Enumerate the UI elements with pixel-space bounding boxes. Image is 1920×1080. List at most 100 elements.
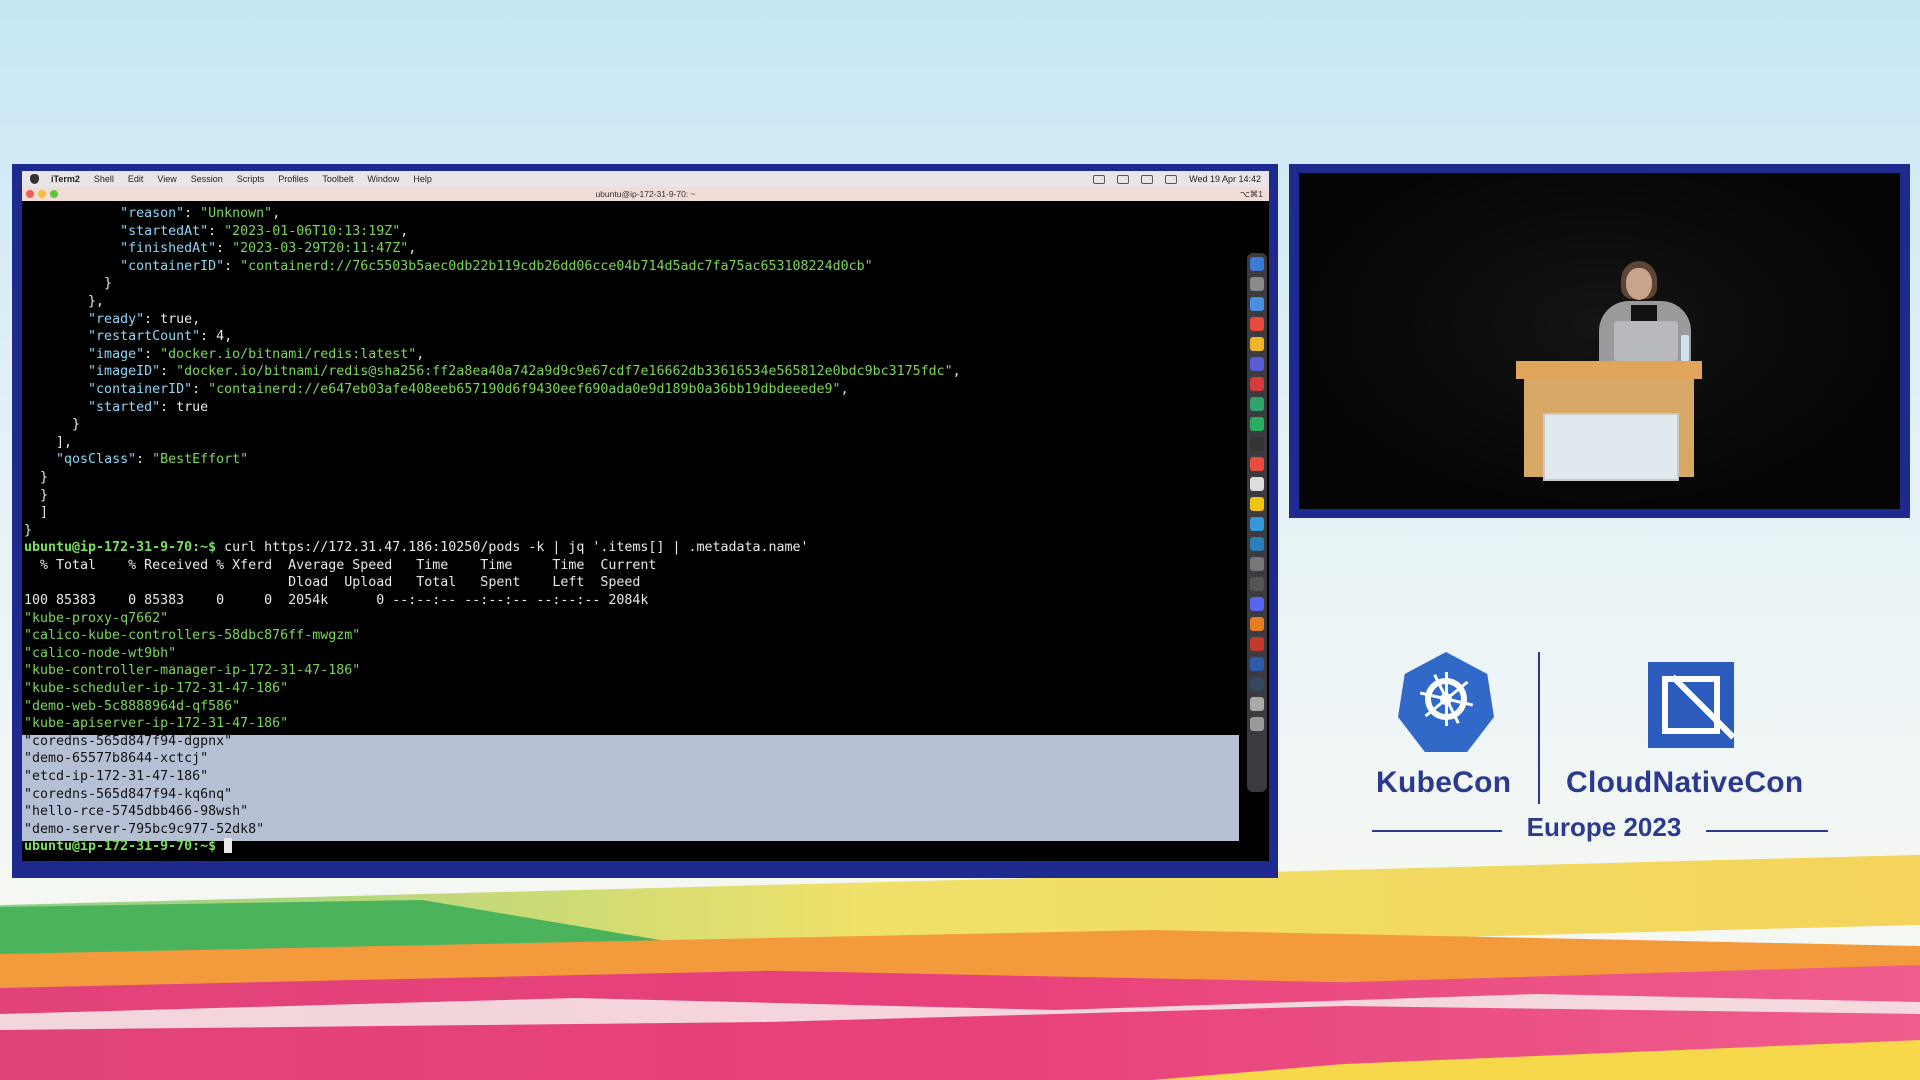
json-separator: : true, xyxy=(144,311,201,327)
menu-toolbelt[interactable]: Toolbelt xyxy=(322,174,353,184)
pod-name-line: "calico-kube-controllers-58dbc876ff-mwgz… xyxy=(24,628,361,644)
selected-pod-name-line: "etcd-ip-172-31-47-186" xyxy=(24,769,209,784)
indent: } xyxy=(24,487,49,503)
dock-app-icon[interactable] xyxy=(1250,477,1264,491)
dock-app-icon[interactable] xyxy=(1250,517,1264,531)
dock-app-icon[interactable] xyxy=(1250,457,1264,471)
json-key: "qosClass" xyxy=(56,452,137,468)
json-output-line: } xyxy=(24,487,1229,505)
cloudnativecon-wordmark: CloudNativeCon xyxy=(1566,766,1804,799)
command-line: ubuntu@ip-172-31-9-70:~$ curl https://17… xyxy=(24,539,1229,557)
event-rule-right xyxy=(1706,830,1828,832)
json-value: "Unknown" xyxy=(200,206,273,221)
dock xyxy=(1247,253,1267,792)
wifi-icon[interactable] xyxy=(1117,174,1130,184)
json-separator: : xyxy=(144,346,161,362)
dock-app-icon[interactable] xyxy=(1250,717,1264,731)
dock-app-icon[interactable] xyxy=(1250,437,1264,451)
json-value: "2023-01-06T10:13:19Z" xyxy=(224,223,401,239)
dock-app-icon[interactable] xyxy=(1250,577,1264,591)
json-key: "restartCount" xyxy=(88,329,201,345)
menu-profiles[interactable]: Profiles xyxy=(278,174,308,184)
json-key: "startedAt" xyxy=(120,223,209,239)
battery-icon[interactable] xyxy=(1093,174,1106,184)
dock-app-icon[interactable] xyxy=(1250,557,1264,571)
json-key: "containerID" xyxy=(120,258,225,274)
json-output-line: "startedAt": "2023-01-06T10:13:19Z", xyxy=(24,223,1229,241)
json-key: "finishedAt" xyxy=(120,241,217,257)
dock-app-icon[interactable] xyxy=(1250,317,1264,331)
menu-shell[interactable]: Shell xyxy=(94,174,114,184)
speaker-head xyxy=(1626,268,1652,300)
dock-app-icon[interactable] xyxy=(1250,277,1264,291)
selected-pod-name-line: "coredns-565d847f94-dgpnx" xyxy=(24,733,233,749)
dock-app-icon[interactable] xyxy=(1250,697,1264,711)
indent: } xyxy=(24,469,49,485)
json-key: "ready" xyxy=(88,311,145,327)
json-output-line: } xyxy=(24,275,1229,293)
dock-app-icon[interactable] xyxy=(1250,637,1264,651)
shell-command: curl https://172.31.47.186:10250/pods -k… xyxy=(216,540,809,556)
pod-name-line: "kube-controller-manager-ip-172-31-47-18… xyxy=(24,663,361,679)
selected-pod-name-line: "demo-65577b8644-xctcj" xyxy=(24,751,209,767)
dock-app-icon[interactable] xyxy=(1250,337,1264,351)
indent: } xyxy=(24,417,81,433)
curl-progress-header: Dload Upload Total Spent Left Speed xyxy=(24,575,641,591)
dock-app-icon[interactable] xyxy=(1250,297,1264,311)
dock-app-icon[interactable] xyxy=(1250,657,1264,671)
pod-name-line: "kube-proxy-q7662" xyxy=(24,610,169,626)
menu-help[interactable]: Help xyxy=(413,174,432,184)
pod-name-line: "kube-apiserver-ip-172-31-47-186" xyxy=(24,716,289,732)
search-icon[interactable] xyxy=(1165,174,1178,184)
curl-progress-stats: 100 85383 0 85383 0 0 2054k 0 --:--:-- -… xyxy=(24,593,649,609)
menu-app-name[interactable]: iTerm2 xyxy=(51,174,80,184)
control-center-icon[interactable] xyxy=(1141,174,1154,184)
json-punctuation: , xyxy=(416,346,425,362)
podium-top xyxy=(1516,361,1702,379)
zoom-window-button[interactable] xyxy=(50,190,58,198)
menubar-clock[interactable]: Wed 19 Apr 14:42 xyxy=(1189,174,1261,184)
dock-app-icon[interactable] xyxy=(1250,677,1264,691)
cloudnativecon-logo-inner xyxy=(1662,676,1720,734)
terminal-view[interactable]: "reason": "Unknown", "startedAt": "2023-… xyxy=(22,201,1269,861)
dock-app-icon[interactable] xyxy=(1250,497,1264,511)
close-window-button[interactable] xyxy=(26,190,34,198)
dock-app-icon[interactable] xyxy=(1250,537,1264,551)
menu-scripts[interactable]: Scripts xyxy=(237,174,265,184)
logo-divider xyxy=(1538,652,1540,804)
dock-app-icon[interactable] xyxy=(1250,357,1264,371)
json-output-line: "ready": true, xyxy=(24,311,1229,329)
event-name: Europe 2023 xyxy=(1526,812,1682,842)
shell-prompt: ubuntu@ip-172-31-9-70:~$ xyxy=(24,540,217,556)
dock-app-icon[interactable] xyxy=(1250,597,1264,611)
dock-app-icon[interactable] xyxy=(1250,257,1264,271)
window-titlebar: ubuntu@ip-172-31-9-70: ~ ⌥⌘1 xyxy=(22,187,1269,201)
dock-app-icon[interactable] xyxy=(1250,397,1264,411)
json-value: "containerd://76c5503b5aec0db22b119cdb26… xyxy=(240,258,873,274)
apple-icon[interactable] xyxy=(30,174,39,184)
json-output-line: "started": true xyxy=(24,399,1229,417)
menu-window[interactable]: Window xyxy=(367,174,399,184)
json-separator: : xyxy=(192,381,209,397)
menu-session[interactable]: Session xyxy=(191,174,223,184)
json-output-line: "qosClass": "BestEffort" xyxy=(24,451,1229,469)
pod-name-line: "kube-scheduler-ip-172-31-47-186" xyxy=(24,681,289,697)
minimize-window-button[interactable] xyxy=(38,190,46,198)
dock-app-icon[interactable] xyxy=(1250,417,1264,431)
json-value: "docker.io/bitnami/redis:latest" xyxy=(160,346,417,362)
menu-view[interactable]: View xyxy=(157,174,176,184)
dock-app-icon[interactable] xyxy=(1250,377,1264,391)
dock-app-icon[interactable] xyxy=(1250,617,1264,631)
menu-edit[interactable]: Edit xyxy=(128,174,144,184)
helm-hub xyxy=(1440,693,1452,705)
json-separator: : xyxy=(208,223,225,239)
json-output-line: "image": "docker.io/bitnami/redis:latest… xyxy=(24,346,1229,364)
json-separator: : xyxy=(136,452,153,468)
json-output-line: "containerID": "containerd://e647eb03afe… xyxy=(24,381,1229,399)
